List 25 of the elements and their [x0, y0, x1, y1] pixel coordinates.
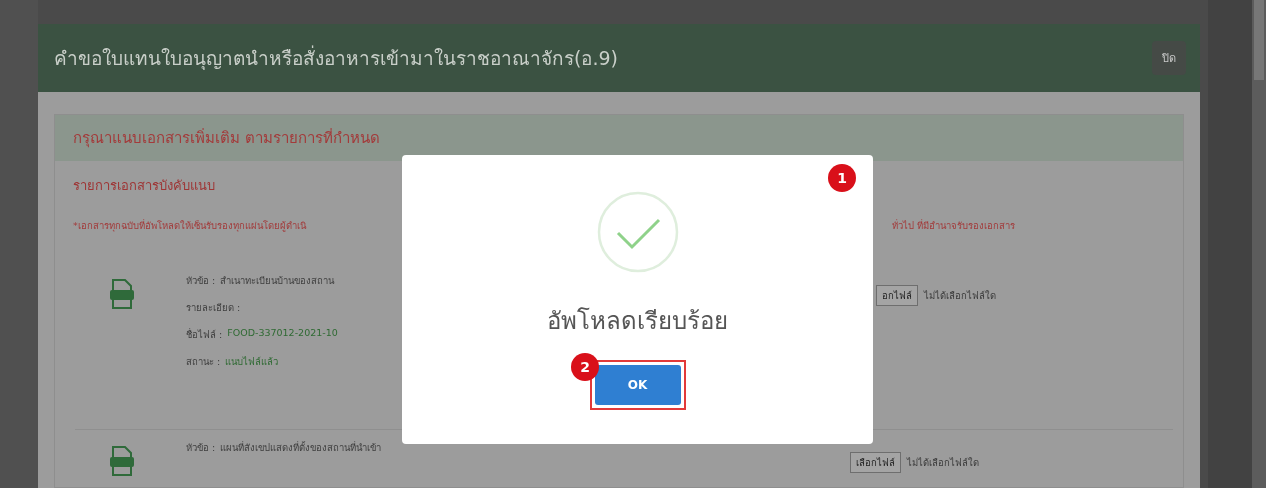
field-label: สถานะ :: [186, 355, 221, 369]
field-label: รายละเอียด :: [186, 301, 241, 315]
close-button[interactable]: ปิด: [1152, 41, 1186, 75]
field-value: FOOD-337012-2021-10: [227, 327, 338, 340]
pdf-file-icon: [109, 279, 135, 309]
field-label: ชื่อไฟล์ :: [186, 327, 223, 342]
choose-file-button[interactable]: อกไฟล์: [876, 285, 918, 306]
dialog-message: อัพโหลดเรียบร้อย: [547, 306, 728, 337]
modal-title: คำขอใบแทนใบอนุญาตนำหรือสั่งอาหารเข้ามาในราชอาณาจักร(อ.9): [54, 44, 618, 72]
field-value: แนบไฟล์แล้ว: [225, 355, 279, 369]
note-text: *เอกสารทุกฉบับที่อัพโหลดให้เซ็นรับรองทุกแผ่นโดยผู้ดำเนิ: [73, 218, 306, 233]
scrollbar-thumb[interactable]: [1254, 0, 1264, 80]
panel-heading: กรุณาแนบเอกสารเพิ่มเติม ตามรายการที่กำหนด: [55, 115, 1183, 161]
file-status: ไม่ได้เลือกไฟล์ใด: [907, 456, 979, 470]
field-value: แผนที่สังเขปแสดงที่ตั้งของสถานที่นำเข้า: [220, 440, 382, 455]
field-label: หัวข้อ :: [186, 274, 216, 288]
ok-button[interactable]: OK: [594, 365, 681, 405]
pdf-file-icon: [109, 446, 135, 476]
checkmark-icon: [596, 191, 679, 273]
field-value: สำเนาทะเบียนบ้านของสถาน: [220, 274, 335, 288]
section-heading: รายการเอกสารบังคับแนบ: [73, 177, 215, 195]
file-status: ไม่ได้เลือกไฟล์ใด: [924, 289, 996, 303]
choose-file-button[interactable]: เลือกไฟล์: [850, 452, 901, 473]
note-text: ทั่วไป ที่มีอำนาจรับรองเอกสาร: [891, 218, 1015, 233]
field-label: หัวข้อ :: [186, 441, 216, 455]
